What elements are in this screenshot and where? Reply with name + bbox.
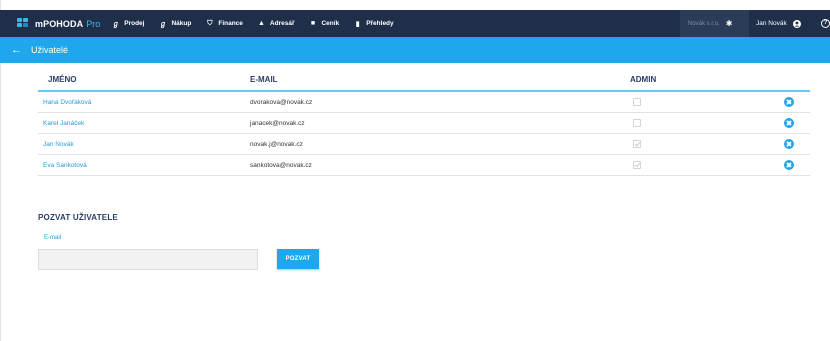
email-field-label: E-mail	[44, 235, 62, 241]
remove-user-icon[interactable]	[784, 97, 794, 107]
invoice-out-icon: ℊ	[112, 20, 120, 28]
admin-checkbox[interactable]	[633, 119, 641, 127]
nav-item-adresar[interactable]: ▲ Adresář	[257, 20, 295, 27]
remove-user-icon[interactable]	[784, 160, 794, 170]
brand-suffix: Pro	[86, 18, 101, 29]
back-arrow-icon[interactable]: ←	[11, 44, 22, 56]
page-title: Uživatelé	[31, 45, 69, 55]
nav-item-prehledy[interactable]: ▮ Přehledy	[353, 20, 394, 28]
user-menu[interactable]: Jan Novák	[756, 10, 801, 37]
nav-item-label: Finance	[218, 20, 243, 27]
table-row: Karel Janáček janacek@novak.cz	[38, 113, 810, 134]
users-table: JMÉNO E-MAIL ADMIN Hana Dvořáková dvorak…	[38, 67, 810, 176]
nav-item-label: Přehledy	[366, 20, 394, 27]
finance-icon: ⛉	[207, 19, 213, 27]
remove-user-icon[interactable]	[784, 118, 794, 128]
invoice-in-icon: ℊ	[159, 20, 167, 28]
admin-checkbox[interactable]	[633, 98, 641, 106]
user-email: dvorakova@novak.cz	[250, 98, 313, 106]
user-name-link[interactable]: Eva Sankotová	[38, 162, 250, 169]
user-name-link[interactable]: Karel Janáček	[38, 120, 250, 127]
user-name: Jan Novák	[756, 20, 787, 27]
page-header: ← Uživatelé	[0, 37, 830, 63]
nav-item-label: Nákup	[171, 20, 192, 27]
delete-cell	[770, 97, 810, 107]
admin-cell	[630, 161, 770, 169]
nav-item-cenik[interactable]: ■ Ceník	[308, 20, 339, 27]
company-selector[interactable]: Novák s.r.o. ✱	[680, 10, 749, 37]
admin-cell	[630, 98, 770, 106]
delete-cell	[770, 118, 810, 128]
company-name: Novák s.r.o.	[688, 20, 720, 27]
user-name-link[interactable]: Hana Dvořáková	[38, 99, 250, 106]
nav-item-prodej[interactable]: ℊ Prodej	[111, 19, 144, 29]
gear-icon: ✱	[725, 19, 733, 28]
admin-checkbox[interactable]	[633, 140, 641, 148]
user-email: janacek@novak.cz	[250, 119, 305, 127]
admin-cell	[630, 119, 770, 127]
nav-item-nakup[interactable]: ℊ Nákup	[158, 19, 191, 29]
nav-item-label: Ceník	[321, 20, 340, 27]
pohoda-logo-icon	[17, 18, 30, 29]
user-email: sankotova@novak.cz	[250, 161, 312, 169]
user-circle-icon	[792, 19, 801, 28]
table-header: JMÉNO E-MAIL ADMIN	[38, 67, 810, 92]
main-nav: ℊ Prodej ℊ Nákup ⛉ Finance ▲ Adresář ■ C…	[111, 10, 407, 37]
invite-email-input[interactable]	[38, 249, 258, 270]
admin-checkbox[interactable]	[633, 161, 641, 169]
bar-chart-icon: ▮	[355, 20, 360, 28]
brand[interactable]: mPOHODA Pro	[17, 10, 100, 37]
pricelist-icon: ■	[310, 20, 316, 27]
column-header-email[interactable]: E-MAIL	[250, 75, 630, 84]
help-icon[interactable]: ?	[821, 19, 830, 28]
invite-section-title: POZVAT UŽIVATELE	[38, 213, 118, 222]
user-email: novak.j@novak.cz	[250, 140, 303, 148]
remove-user-icon[interactable]	[784, 139, 794, 149]
delete-cell	[770, 160, 810, 170]
person-icon: ▲	[257, 20, 265, 27]
nav-item-finance[interactable]: ⛉ Finance	[205, 20, 243, 28]
top-navbar: mPOHODA Pro ℊ Prodej ℊ Nákup ⛉ Finance ▲…	[0, 10, 830, 37]
nav-item-label: Adresář	[269, 20, 295, 27]
invite-button[interactable]: POZVAT	[277, 249, 319, 269]
column-header-name[interactable]: JMÉNO	[38, 75, 250, 84]
table-row: Hana Dvořáková dvorakova@novak.cz	[38, 92, 810, 113]
user-name-link[interactable]: Jan Novák	[38, 141, 250, 148]
delete-cell	[770, 139, 810, 149]
table-row: Eva Sankotová sankotova@novak.cz	[38, 155, 810, 176]
table-row: Jan Novák novak.j@novak.cz	[38, 134, 810, 155]
brand-name: mPOHODA	[35, 18, 84, 29]
column-header-admin[interactable]: ADMIN	[630, 75, 770, 84]
admin-cell	[630, 140, 770, 148]
nav-item-label: Prodej	[124, 20, 145, 27]
